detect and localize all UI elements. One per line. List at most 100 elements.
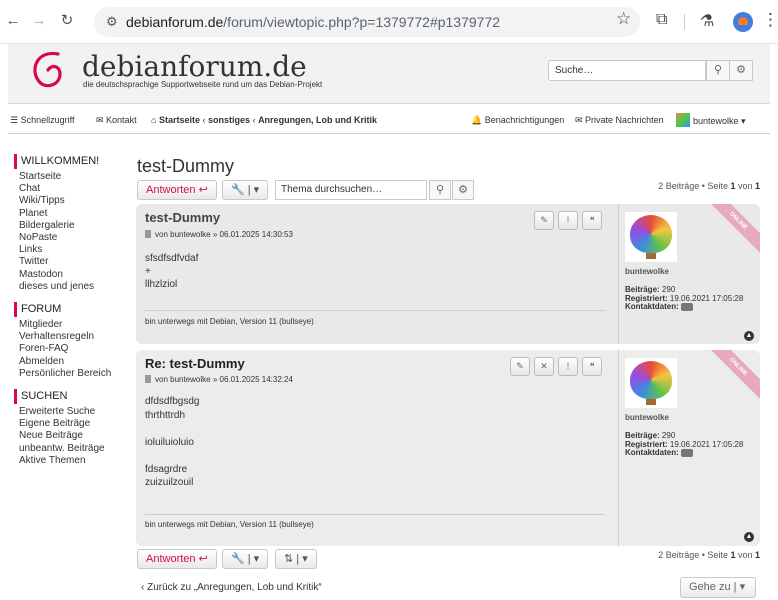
back-to-top-icon[interactable]: ▲ (744, 331, 754, 341)
site-header: debianforum.de die deutschsprachige Supp… (8, 44, 770, 104)
wrench-icon: 🔧 (231, 553, 245, 565)
sidebar-item-startseite[interactable]: Startseite (14, 171, 124, 183)
quote-icon[interactable]: ❝ (582, 211, 602, 230)
address-bar[interactable]: ⚙ debianforum.de/forum/viewtopic.php?p=1… (94, 7, 640, 37)
browser-menu-icon[interactable]: ⋮ (762, 10, 778, 30)
back-to-top-icon[interactable]: ▲ (744, 532, 754, 542)
notifications-link[interactable]: 🔔 Benachrichtigungen (471, 115, 564, 126)
sidebar-item-own-posts[interactable]: Eigene Beiträge (14, 418, 124, 430)
reply-arrow-icon: ↩ (198, 184, 208, 196)
sidebar-item-logout[interactable]: Abmelden (14, 356, 124, 368)
reload-icon[interactable]: ↻ (58, 12, 76, 30)
sidebar-item-chat[interactable]: Chat (14, 183, 124, 195)
profile-avatar-icon[interactable] (733, 12, 753, 32)
sidebar-item-misc[interactable]: dieses und jenes (14, 281, 124, 293)
jump-to-dropdown[interactable]: Gehe zu | ▾ (680, 577, 756, 598)
sidebar-item-unanswered[interactable]: unbeantw. Beiträge (14, 443, 124, 455)
back-to-forum-link[interactable]: ‹ Zurück zu „Anregungen, Lob und Kritik“ (141, 582, 322, 593)
site-subtitle: die deutschsprachige Supportwebseite run… (83, 80, 323, 89)
sidebar: WILLKOMMEN! Startseite Chat Wiki/Tipps P… (14, 154, 124, 476)
topic-tools-button-bottom[interactable]: 🔧 | ▾ (222, 549, 269, 569)
sidebar-item-mastodon[interactable]: Mastodon (14, 269, 124, 281)
sidebar-item-twitter[interactable]: Twitter (14, 256, 124, 268)
labs-flask-icon[interactable]: ⚗ (700, 11, 714, 31)
sidebar-item-advanced-search[interactable]: Erweiterte Suche (14, 406, 124, 418)
contact-chat-icon[interactable] (681, 303, 694, 311)
debian-swirl-logo[interactable] (28, 46, 70, 100)
breadcrumb-home[interactable]: Startseite (159, 115, 200, 125)
post-line (145, 449, 200, 463)
delete-icon[interactable]: ✕ (534, 357, 554, 376)
topic-search-icon[interactable]: ⚲ (429, 180, 451, 200)
sidebar-item-members[interactable]: Mitglieder (14, 319, 124, 331)
reply-button-bottom[interactable]: Antworten ↩ (137, 549, 217, 569)
post-title[interactable]: Re: test-Dummy (145, 356, 245, 371)
topic-title[interactable]: test-Dummy (137, 156, 234, 177)
site-title[interactable]: debianforum.de (82, 50, 307, 83)
bookmark-star-icon[interactable]: ☆ (616, 9, 631, 29)
browser-toolbar: ← → ↻ ⚙ debianforum.de/forum/viewtopic.p… (0, 0, 778, 44)
home-icon: ⌂ (151, 115, 157, 125)
author-name[interactable]: buntewolke (625, 413, 669, 422)
sidebar-item-faq[interactable]: Foren-FAQ (14, 343, 124, 355)
sidebar-search: SUCHEN Erweiterte Suche Eigene Beiträge … (14, 389, 124, 467)
post-title[interactable]: test-Dummy (145, 210, 220, 225)
reply-button[interactable]: Antworten ↩ (137, 180, 217, 200)
quote-icon[interactable]: ❝ (582, 357, 602, 376)
sidebar-heading-forum: FORUM (14, 302, 124, 318)
breadcrumb-forum[interactable]: Anregungen, Lob und Kritik (258, 115, 377, 125)
advanced-search-gear-icon[interactable]: ⚙ (729, 60, 753, 81)
edit-pencil-icon[interactable]: ✎ (510, 357, 530, 376)
topic-search-input[interactable]: Thema durchsuchen… (275, 180, 427, 200)
sidebar-item-nopaste[interactable]: NoPaste (14, 232, 124, 244)
author-avatar[interactable] (625, 358, 677, 408)
sidebar-item-new-posts[interactable]: Neue Beiträge (14, 430, 124, 442)
sort-options-button[interactable]: ⇅ | ▾ (275, 549, 317, 569)
author-name[interactable]: buntewolke (625, 267, 669, 276)
topic-tools-button[interactable]: 🔧 | ▾ (222, 180, 269, 200)
sidebar-item-links[interactable]: Links (14, 244, 124, 256)
report-icon[interactable]: ! (558, 357, 578, 376)
sidebar-heading-welcome: WILLKOMMEN! (14, 154, 124, 169)
toolbar-divider (684, 14, 685, 30)
back-arrow-icon[interactable]: ← (4, 12, 22, 30)
post-content: dfdsdfbgsdg thrthttrdh ioluiluioluio fds… (145, 395, 200, 490)
sidebar-item-wiki[interactable]: Wiki/Tipps (14, 195, 124, 207)
url-text: debianforum.de/forum/viewtopic.php?p=137… (126, 14, 501, 30)
search-icon[interactable]: ⚲ (706, 60, 730, 81)
post-line: sfsdfsdfvdaf (145, 253, 199, 264)
post-line (145, 422, 200, 436)
user-avatar (676, 113, 690, 127)
author-avatar[interactable] (625, 212, 677, 262)
site-search-input[interactable]: Suche… (548, 60, 706, 81)
sidebar-item-active-topics[interactable]: Aktive Themen (14, 455, 124, 467)
pagination-info-bottom: 2 Beiträge • Seite 1 von 1 (658, 550, 760, 560)
quicklinks-menu[interactable]: ☰ Schnellzugriff (10, 115, 74, 126)
sidebar-item-gallery[interactable]: Bildergalerie (14, 220, 124, 232)
site-settings-icon[interactable]: ⚙ (106, 14, 118, 30)
post-line: thrthttrdh (145, 409, 186, 421)
post-line: zuizuilzouil (145, 477, 194, 488)
sidebar-item-planet[interactable]: Planet (14, 208, 124, 220)
contact-chat-icon[interactable] (681, 449, 694, 457)
extensions-icon[interactable]: ⧉ (656, 11, 667, 29)
post-meta: von buntewolke » 06.01.2025 14:32:24 (145, 375, 293, 384)
sidebar-item-rules[interactable]: Verhaltensregeln (14, 331, 124, 343)
topic-search-gear-icon[interactable]: ⚙ (452, 180, 474, 200)
report-icon[interactable]: ! (558, 211, 578, 230)
contact-link[interactable]: ✉ Kontakt (96, 115, 137, 126)
post-line: ioluiluioluio (145, 436, 194, 448)
post-2: Re: test-Dummy von buntewolke » 06.01.20… (136, 350, 760, 546)
sidebar-item-ucp[interactable]: Persönlicher Bereich (14, 368, 124, 380)
signature-divider (145, 514, 605, 515)
user-menu[interactable]: buntewolke ▾ (676, 113, 746, 127)
chevron-left-icon: ‹ (141, 582, 145, 593)
sort-icon: ⇅ (284, 553, 294, 565)
forward-arrow-icon[interactable]: → (30, 12, 48, 30)
breadcrumb: ⌂ Startseite ‹ sonstiges ‹ Anregungen, L… (151, 115, 377, 125)
post-line: fdsagrdre (145, 463, 188, 475)
breadcrumb-category[interactable]: sonstiges (208, 115, 250, 125)
post-1: test-Dummy von buntewolke » 06.01.2025 1… (136, 204, 760, 344)
private-messages-link[interactable]: ✉ Private Nachrichten (575, 115, 664, 126)
edit-pencil-icon[interactable]: ✎ (534, 211, 554, 230)
